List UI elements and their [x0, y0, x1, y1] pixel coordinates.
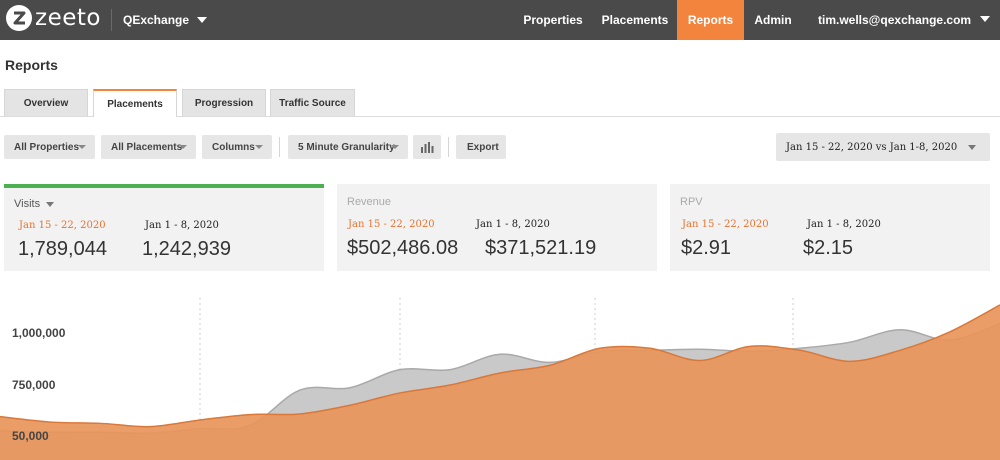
current-period: Jan 15 - 22, 2020 — [348, 219, 435, 230]
columns-dropdown[interactable]: Columns — [202, 135, 272, 159]
previous-period: Jan 1 - 8, 2020 — [807, 219, 881, 230]
current-value: $2.91 — [681, 237, 732, 259]
metric-card-revenue[interactable]: Revenue Jan 15 - 22, 2020 Jan 1 - 8, 202… — [337, 184, 657, 271]
properties-filter-label: All Properties — [14, 141, 80, 153]
account-switcher[interactable]: QExchange — [123, 0, 208, 40]
nav-reports-label: Reports — [687, 13, 734, 27]
granularity-label: 5 Minute Granularity — [298, 141, 395, 153]
nav-properties-label: Properties — [523, 13, 583, 27]
columns-label: Columns — [212, 141, 255, 153]
bar-chart-icon — [421, 142, 434, 153]
nav-properties[interactable]: Properties — [512, 0, 594, 40]
previous-value: 1,242,939 — [142, 238, 231, 260]
current-period-area — [0, 304, 1000, 460]
date-range-select[interactable]: Jan 15 - 22, 2020 vs Jan 1-8, 2020 — [776, 133, 990, 161]
export-label: Export — [467, 141, 499, 153]
user-email: tim.wells@qexchange.com — [818, 13, 972, 27]
chevron-down-icon — [179, 145, 187, 149]
previous-period: Jan 1 - 8, 2020 — [145, 220, 219, 231]
zeeto-logo-icon — [6, 5, 32, 31]
metric-label-text: Visits — [14, 198, 41, 210]
brand-divider — [111, 9, 112, 31]
chevron-down-icon — [197, 17, 208, 23]
date-range-label: Jan 15 - 22, 2020 vs Jan 1-8, 2020 — [786, 141, 958, 153]
y-tick-label: 50,000 — [12, 429, 49, 443]
y-tick-label: 750,000 — [12, 378, 56, 392]
nav-reports[interactable]: Reports — [677, 0, 744, 40]
nav-placements[interactable]: Placements — [594, 0, 676, 40]
page-title: Reports — [5, 57, 58, 73]
granularity-dropdown[interactable]: 5 Minute Granularity — [288, 135, 408, 159]
chevron-down-icon[interactable] — [46, 201, 55, 207]
tab-overview[interactable]: Overview — [4, 89, 88, 116]
previous-value: $371,521.19 — [485, 237, 597, 259]
chart-type-button[interactable] — [413, 135, 441, 159]
current-period: Jan 15 - 22, 2020 — [19, 220, 106, 231]
nav-admin-label: Admin — [754, 13, 792, 27]
y-tick-label: 1,000,000 — [12, 326, 66, 340]
nav-placements-label: Placements — [601, 13, 669, 27]
account-name: QExchange — [123, 13, 190, 27]
export-button[interactable]: Export — [456, 135, 506, 159]
tab-progression-label: Progression — [194, 97, 254, 109]
chart-series — [0, 304, 1000, 460]
chevron-down-icon[interactable] — [980, 16, 990, 22]
previous-period: Jan 1 - 8, 2020 — [476, 219, 550, 230]
tab-traffic-source[interactable]: Traffic Source — [270, 89, 355, 116]
tab-overview-label: Overview — [23, 97, 69, 109]
chevron-down-icon — [78, 145, 86, 149]
metric-card-visits[interactable]: Visits Jan 15 - 22, 2020 Jan 1 - 8, 2020… — [4, 184, 324, 271]
properties-filter-dropdown[interactable]: All Properties — [4, 135, 95, 159]
brand-logo[interactable]: zeeto — [6, 5, 101, 31]
top-navbar: zeeto QExchange Properties Placements Re… — [0, 0, 1000, 40]
placements-filter-label: All Placements — [111, 141, 183, 153]
tab-progression[interactable]: Progression — [182, 89, 266, 116]
current-value: $502,486.08 — [347, 237, 459, 259]
previous-value: $2.15 — [803, 237, 854, 259]
current-period: Jan 15 - 22, 2020 — [682, 219, 769, 230]
tab-traffic-source-label: Traffic Source — [279, 97, 346, 109]
metric-label: RPV — [680, 196, 703, 208]
metric-card-rpv[interactable]: RPV Jan 15 - 22, 2020 Jan 1 - 8, 2020 $2… — [670, 184, 990, 271]
tab-placements-label: Placements — [107, 98, 163, 110]
visits-area-chart: 1,000,000 750,000 50,000 — [0, 298, 1000, 460]
metric-label: Visits — [14, 198, 55, 210]
toolbar-divider — [279, 137, 280, 157]
chevron-down-icon — [968, 145, 976, 150]
metric-label: Revenue — [347, 196, 392, 208]
chevron-down-icon — [391, 145, 399, 149]
user-menu[interactable]: tim.wells@qexchange.com — [818, 0, 971, 40]
brand-name: zeeto — [35, 5, 101, 31]
toolbar-divider — [448, 137, 449, 157]
current-value: 1,789,044 — [18, 238, 107, 260]
tab-placements[interactable]: Placements — [93, 89, 177, 117]
chevron-down-icon — [255, 145, 263, 149]
report-tabs: Overview Placements Progression Traffic … — [0, 89, 1000, 117]
nav-admin[interactable]: Admin — [744, 0, 802, 40]
placements-filter-dropdown[interactable]: All Placements — [101, 135, 196, 159]
